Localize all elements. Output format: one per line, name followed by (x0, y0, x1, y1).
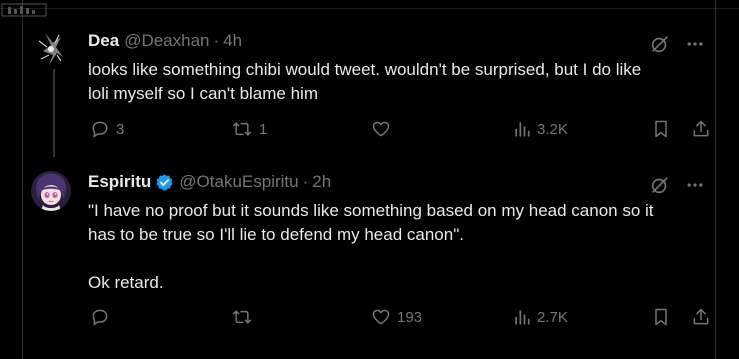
header-actions (649, 174, 705, 201)
like-count: 193 (397, 308, 423, 326)
verified-icon (155, 173, 174, 192)
share-icon (693, 308, 709, 325)
handle[interactable]: @Deaxhan (124, 31, 209, 51)
tweet-text: "I have no proof but it sounds like some… (88, 201, 654, 292)
reply-icon (92, 309, 108, 326)
tweet-header: Espiritu @OtakuEspiritu · 2h (88, 172, 331, 192)
views-icon (515, 122, 530, 137)
tweet-text: looks like something chibi would tweet. … (88, 60, 642, 103)
reply-button[interactable]: 3 (90, 119, 124, 139)
views-button[interactable]: 2.7K (513, 307, 568, 327)
avatar-image-icon (31, 29, 71, 69)
avatar[interactable] (31, 171, 71, 211)
separator-dot: · (213, 31, 220, 50)
repost-button[interactable] (231, 307, 259, 327)
share-button[interactable] (691, 119, 711, 139)
tweet[interactable]: Espiritu @OtakuEspiritu · 2h "I have no … (23, 159, 715, 344)
repost-count: 1 (259, 120, 268, 138)
display-name[interactable]: Dea (88, 31, 119, 51)
bookmark-button[interactable] (651, 307, 671, 327)
more-icon[interactable] (685, 34, 705, 59)
timeline-right-border (715, 0, 716, 359)
reply-count: 3 (116, 120, 125, 138)
tweet-header: Dea @Deaxhan · 4h (88, 31, 242, 51)
share-icon (693, 120, 709, 137)
like-button[interactable]: 193 (371, 307, 422, 327)
avatar[interactable] (31, 29, 71, 69)
tweet-actions: 3 1 3.2K (88, 119, 711, 143)
reply-button[interactable] (90, 307, 116, 327)
timestamp[interactable]: 4h (223, 31, 242, 51)
bookmark-icon (655, 308, 667, 326)
avatar-image-icon (31, 171, 71, 211)
repost-icon (232, 310, 252, 324)
grok-icon[interactable] (649, 174, 671, 201)
share-button[interactable] (691, 307, 711, 327)
bookmark-icon (655, 120, 667, 138)
grok-icon[interactable] (649, 33, 671, 60)
separator-dot: · (302, 172, 309, 191)
views-count: 2.7K (537, 308, 568, 326)
thread-connector (53, 69, 55, 157)
views-icon (515, 310, 530, 325)
tweet-actions: 193 2.7K (88, 307, 711, 331)
handle[interactable]: @OtakuEspiritu (179, 172, 298, 192)
repost-button[interactable]: 1 (231, 119, 267, 139)
header-actions (649, 33, 705, 60)
reply-icon (92, 121, 108, 138)
tweet[interactable]: Dea @Deaxhan · 4h looks like something c… (23, 9, 715, 159)
display-name[interactable]: Espiritu (88, 172, 151, 192)
repost-icon (232, 122, 252, 136)
timestamp[interactable]: 2h (312, 172, 331, 192)
views-button[interactable]: 3.2K (513, 119, 568, 139)
like-button[interactable] (371, 119, 397, 139)
views-count: 3.2K (537, 120, 568, 138)
like-icon (372, 121, 390, 137)
more-icon[interactable] (685, 175, 705, 200)
bookmark-button[interactable] (651, 119, 671, 139)
like-icon (372, 309, 390, 325)
